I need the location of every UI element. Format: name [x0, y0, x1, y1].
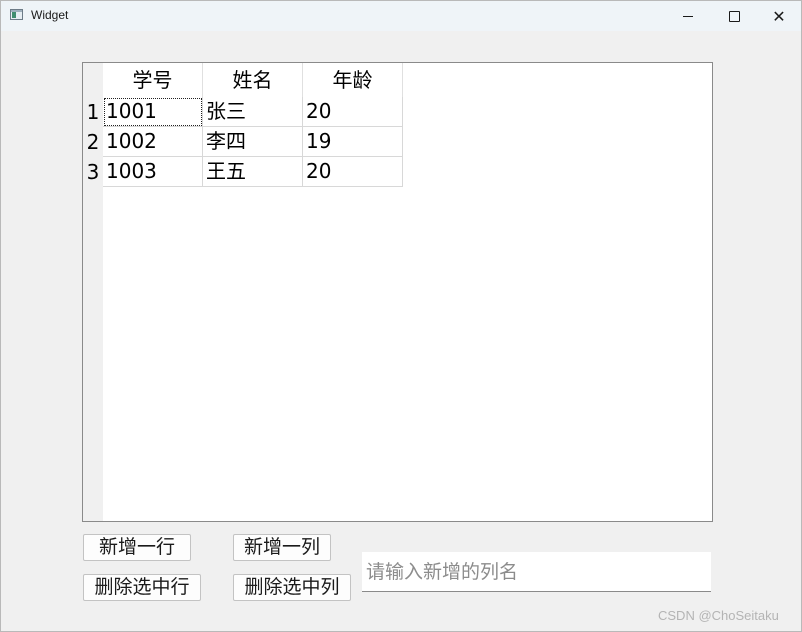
main-window: Widget ✕ 学号 姓名 年龄 1 2 3 1001 张三 20 1002 … — [0, 0, 802, 632]
table-cell-r3-age[interactable]: 20 — [303, 157, 403, 187]
window-title: Widget — [31, 8, 69, 22]
minimize-button[interactable] — [665, 1, 711, 31]
close-icon: ✕ — [772, 6, 786, 26]
add-column-button[interactable]: 新增一列 — [233, 534, 331, 561]
minimize-icon — [683, 15, 693, 17]
table-cell-r1-student-id[interactable]: 1001 — [103, 97, 203, 127]
table-cell-r1-age[interactable]: 20 — [303, 97, 403, 127]
new-column-name-input[interactable]: 请输入新增的列名 — [362, 552, 711, 592]
row-header-2[interactable]: 2 — [83, 127, 103, 157]
maximize-button[interactable] — [711, 1, 757, 31]
table-cell-r1-name[interactable]: 张三 — [203, 97, 303, 127]
delete-selected-row-button[interactable]: 删除选中行 — [83, 574, 201, 601]
table-widget[interactable]: 学号 姓名 年龄 1 2 3 1001 张三 20 1002 李四 19 100… — [82, 62, 713, 522]
row-header-3[interactable]: 3 — [83, 157, 103, 187]
row-header-1[interactable]: 1 — [83, 97, 103, 127]
app-window-icon — [10, 9, 23, 20]
watermark: CSDN @ChoSeitaku — [658, 608, 779, 623]
close-button[interactable]: ✕ — [756, 1, 801, 31]
column-header-name[interactable]: 姓名 — [203, 63, 303, 97]
table-cell-r3-name[interactable]: 王五 — [203, 157, 303, 187]
table-corner[interactable] — [83, 63, 103, 97]
add-row-button[interactable]: 新增一行 — [83, 534, 191, 561]
table-cell-r3-student-id[interactable]: 1003 — [103, 157, 203, 187]
column-header-student-id[interactable]: 学号 — [103, 63, 203, 97]
table-cell-r2-student-id[interactable]: 1002 — [103, 127, 203, 157]
table-cell-r2-name[interactable]: 李四 — [203, 127, 303, 157]
table-cell-r2-age[interactable]: 19 — [303, 127, 403, 157]
delete-selected-column-button[interactable]: 删除选中列 — [233, 574, 351, 601]
maximize-icon — [728, 10, 740, 22]
title-bar[interactable]: Widget ✕ — [1, 1, 801, 31]
column-header-age[interactable]: 年龄 — [303, 63, 403, 97]
